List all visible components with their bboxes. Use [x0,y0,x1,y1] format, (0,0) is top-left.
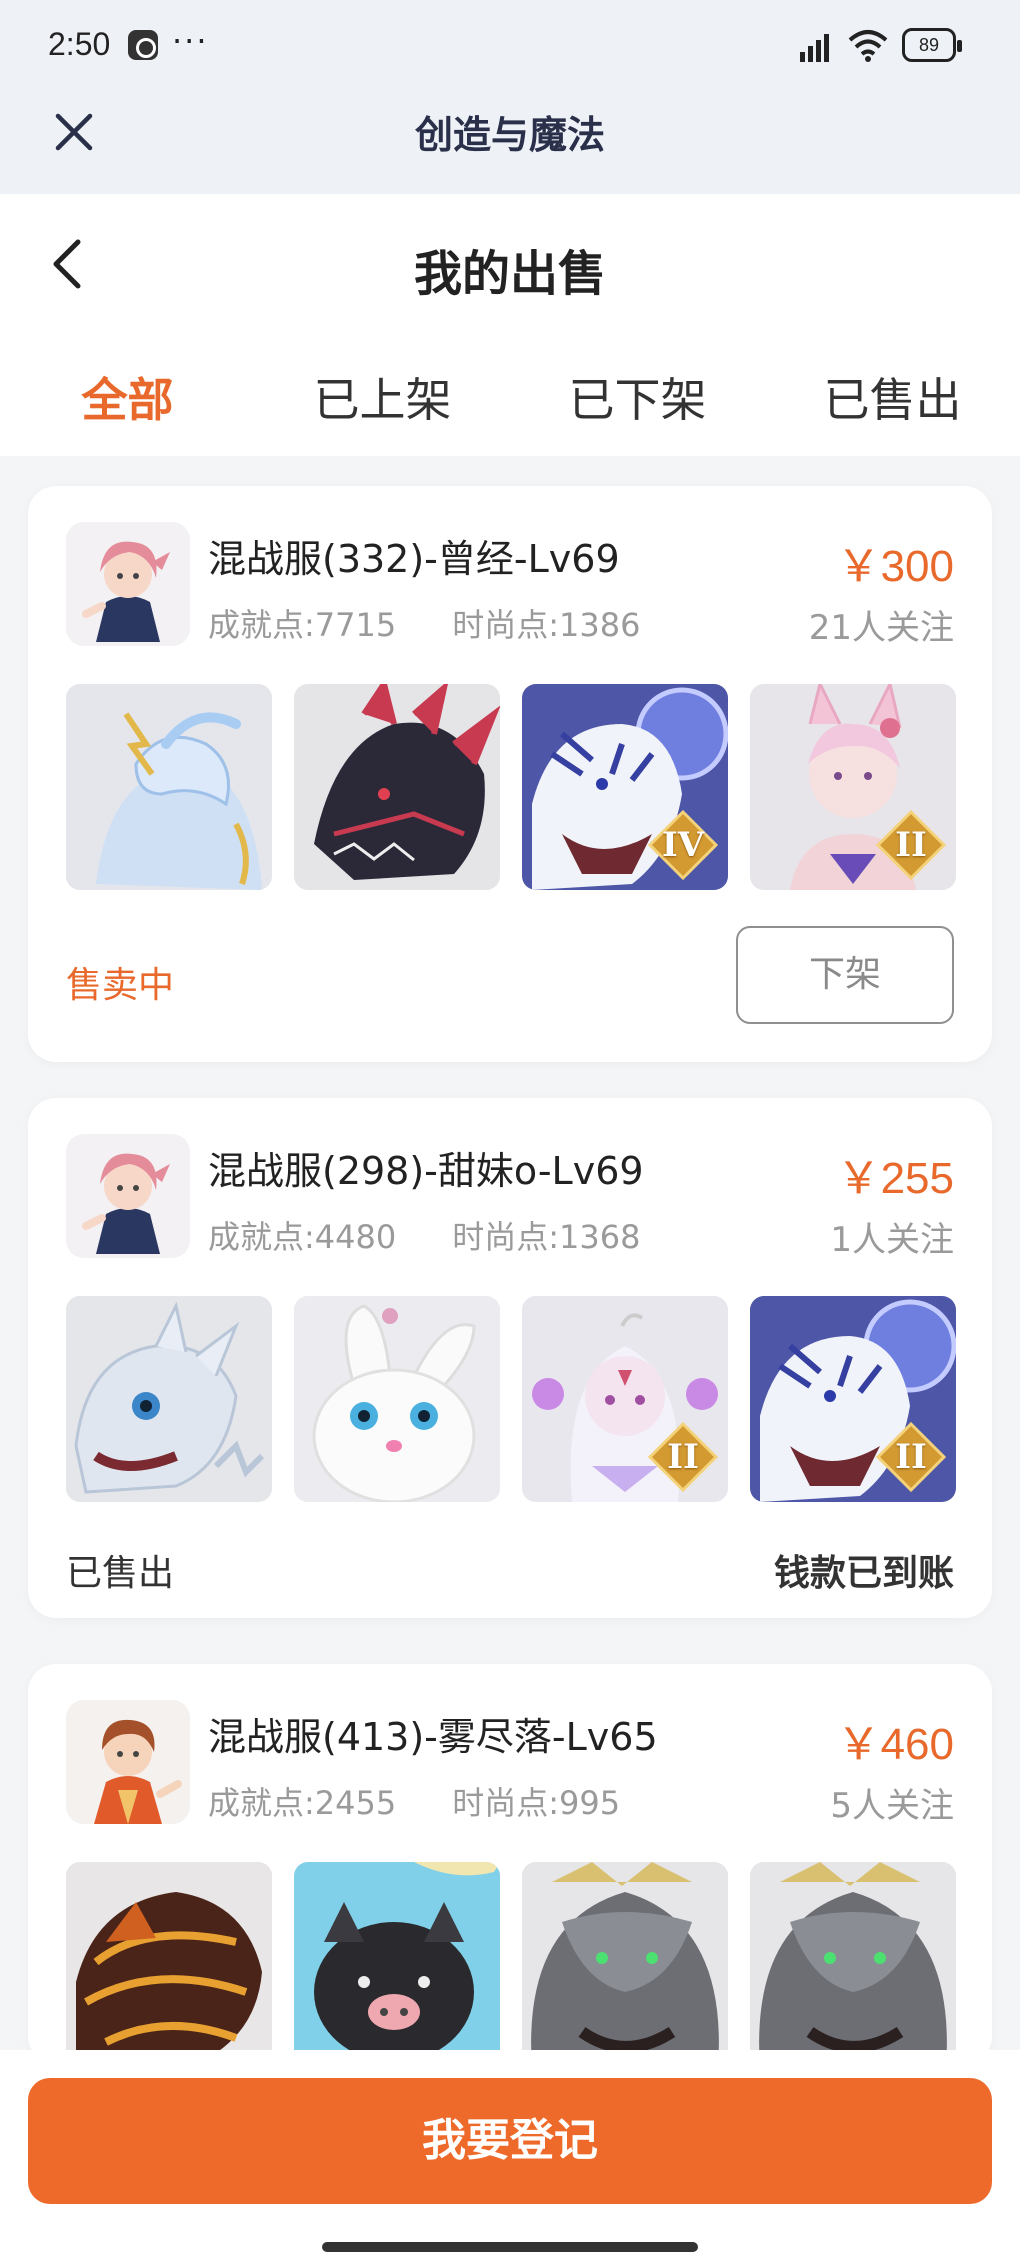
follower-count: 1人关注 [830,1220,954,1260]
listing-price: ￥460 [836,1720,954,1769]
fashion-points: 时尚点:1386 [452,606,641,644]
tier-badge: II [876,1422,946,1492]
white-rabbit-icon [294,1296,500,1502]
register-button[interactable]: 我要登记 [28,2078,992,2204]
bottom-bar: 我要登记 [0,2050,1020,2267]
listing-card[interactable]: 混战服(298)-甜妹o-Lv69 成就点:4480 时尚点:1368 ￥255 … [28,1098,992,1618]
ice-dragon-icon [66,1296,272,1502]
listing-title: 混战服(298)-甜妹o-Lv69 [208,1149,644,1193]
page-title: 我的出售 [413,246,606,302]
listing-stats: 成就点:2455 时尚点:995 [208,1778,620,1824]
tier-badge: II [648,1422,718,1492]
pet-gallery [66,1862,956,2068]
grey-wolf-icon [522,1862,728,2068]
achievement-points: 成就点:2455 [208,1784,397,1822]
achievement-points: 成就点:4480 [208,1218,397,1256]
listing-status: 售卖中 [66,965,175,1006]
payment-status: 钱款已到账 [773,1553,954,1594]
listing-status: 已售出 [66,1553,175,1594]
spirit-girl-icon: II [522,1296,728,1502]
delist-button[interactable]: 下架 [736,926,954,1024]
listing-price: ￥255 [836,1154,954,1203]
fashion-points: 时尚点:1368 [452,1218,641,1256]
tab-bar: 全部 已上架 已下架 已售出 [0,364,1020,434]
black-pig-icon [294,1862,500,2068]
home-indicator[interactable] [322,2242,698,2252]
character-avatar [66,1700,190,1824]
listing-card[interactable]: 混战服(332)-曾经-Lv69 成就点:7715 时尚点:1386 ￥300 2… [28,486,992,1062]
status-time: 2:50 [48,26,111,62]
character-avatar [66,522,190,646]
dark-dragon-icon [294,684,500,890]
tier-badge: IV [648,810,718,880]
tier-label: II [895,1437,927,1477]
listing-title: 混战服(413)-雾尽落-Lv65 [208,1715,658,1759]
white-tiger-icon: IV [522,684,728,890]
listing-stats: 成就点:4480 时尚点:1368 [208,1212,640,1258]
battery-icon: 89 [902,28,962,62]
tab-all[interactable]: 全部 [0,364,255,434]
tab-listed[interactable]: 已上架 [255,364,510,434]
pet-gallery: II II [66,1296,956,1502]
white-tiger-icon: II [750,1296,956,1502]
fox-spirit-icon: II [750,684,956,890]
listing-stats: 成就点:7715 时尚点:1386 [208,600,640,646]
listing-price: ￥300 [836,542,954,591]
ice-qilin-icon [66,684,272,890]
tier-label: II [667,1437,699,1477]
listing-title: 混战服(332)-曾经-Lv69 [208,537,620,581]
signal-icon [800,30,836,66]
character-avatar [66,1134,190,1258]
achievement-points: 成就点:7715 [208,606,397,644]
status-bar: 2:50 ··· 89 [0,0,1020,90]
listing-card[interactable]: 混战服(413)-雾尽落-Lv65 成就点:2455 时尚点:995 ￥460 5… [28,1664,992,2068]
follower-count: 5人关注 [830,1786,954,1826]
tier-label: II [895,825,927,865]
fire-dragon-icon [66,1862,272,2068]
top-area: 2:50 ··· 89 创造与魔法 [0,0,1020,194]
notification-app-icon [128,30,158,60]
pet-gallery: IV II [66,684,956,890]
follower-count: 21人关注 [808,608,954,648]
page-header: 我的出售 全部 已上架 已下架 已售出 [0,194,1020,456]
wifi-icon [848,28,888,66]
app-title: 创造与魔法 [414,112,605,157]
tab-delisted[interactable]: 已下架 [510,364,765,434]
fashion-points: 时尚点:995 [452,1784,621,1822]
grey-wolf-icon [750,1862,956,2068]
tier-label: IV [661,825,705,865]
status-more-icon: ··· [172,22,209,60]
tab-sold[interactable]: 已售出 [765,364,1020,434]
app-bar: 创造与魔法 [0,90,1020,194]
tier-badge: II [876,810,946,880]
